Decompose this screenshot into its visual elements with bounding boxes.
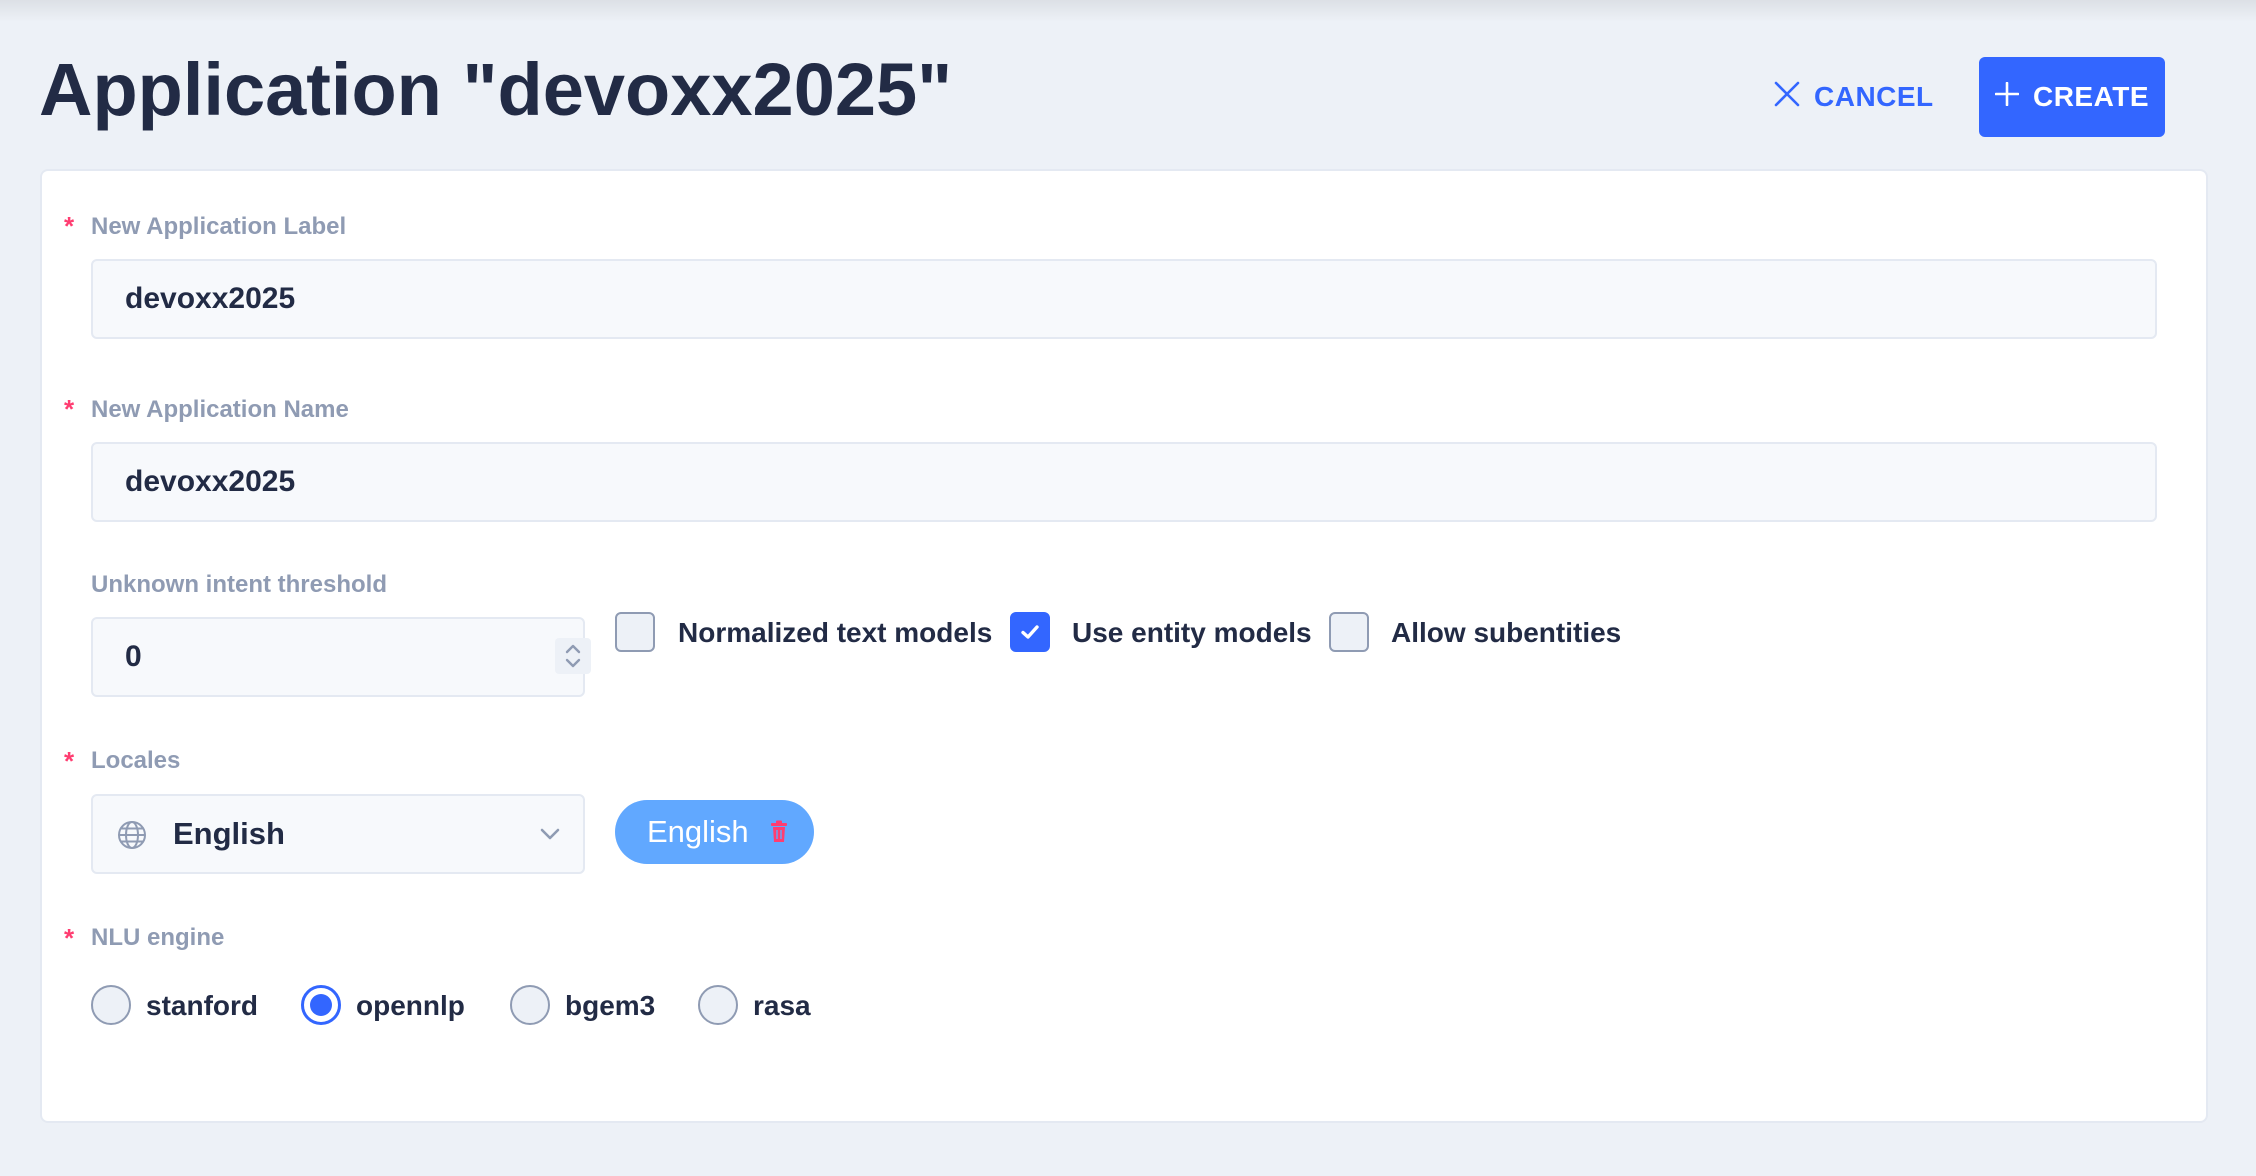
required-marker: * xyxy=(64,211,75,241)
app-name-label: New Application Name xyxy=(91,396,349,423)
allow-subentities-checkbox[interactable] xyxy=(1329,612,1369,652)
radio-selected-dot xyxy=(310,994,332,1016)
radio-rasa-label: rasa xyxy=(753,990,811,1021)
app-label-label: New Application Label xyxy=(91,213,347,240)
locale-select-value: English xyxy=(173,816,285,851)
create-button[interactable]: CREATE xyxy=(1979,57,2165,137)
normalized-text-models-checkbox[interactable] xyxy=(615,612,655,652)
threshold-input[interactable] xyxy=(91,617,585,697)
required-marker: * xyxy=(64,746,75,776)
locales-label: Locales xyxy=(91,747,181,774)
normalized-text-models-label: Normalized text models xyxy=(678,617,993,648)
chevron-down-icon xyxy=(540,828,560,840)
app-name-input[interactable] xyxy=(91,442,2157,522)
page-title: Application "devoxx2025" xyxy=(39,48,953,131)
radio-bgem3-label: bgem3 xyxy=(565,990,656,1021)
use-entity-models-label: Use entity models xyxy=(1072,617,1312,648)
locale-tag-label: English xyxy=(647,814,749,849)
radio-bgem3[interactable] xyxy=(510,985,550,1025)
check-icon xyxy=(1021,625,1039,639)
required-marker: * xyxy=(64,394,75,424)
locale-select[interactable]: English xyxy=(91,794,585,874)
cancel-button[interactable]: CANCEL xyxy=(1756,57,1952,137)
globe-icon xyxy=(118,821,146,849)
trash-icon[interactable] xyxy=(769,820,789,844)
application-form: * New Application Label * New Applicatio… xyxy=(40,169,2208,1123)
required-marker: * xyxy=(64,923,75,953)
threshold-label: Unknown intent threshold xyxy=(91,571,387,598)
stepper-arrows-icon xyxy=(565,644,581,668)
cancel-button-label: CANCEL xyxy=(1814,81,1934,112)
radio-opennlp[interactable] xyxy=(301,985,341,1025)
create-button-label: CREATE xyxy=(2032,81,2150,112)
app-label-input[interactable] xyxy=(91,259,2157,339)
nlu-engine-label: NLU engine xyxy=(91,924,225,951)
threshold-stepper[interactable] xyxy=(555,638,591,674)
locale-tag: English xyxy=(615,800,814,864)
radio-rasa[interactable] xyxy=(698,985,738,1025)
top-shadow xyxy=(0,0,2256,22)
radio-stanford-label: stanford xyxy=(146,990,258,1021)
plus-icon xyxy=(1994,81,2020,113)
use-entity-models-checkbox[interactable] xyxy=(1010,612,1050,652)
close-icon xyxy=(1774,81,1800,114)
radio-stanford[interactable] xyxy=(91,985,131,1025)
radio-opennlp-label: opennlp xyxy=(356,990,465,1021)
allow-subentities-label: Allow subentities xyxy=(1391,617,1622,648)
